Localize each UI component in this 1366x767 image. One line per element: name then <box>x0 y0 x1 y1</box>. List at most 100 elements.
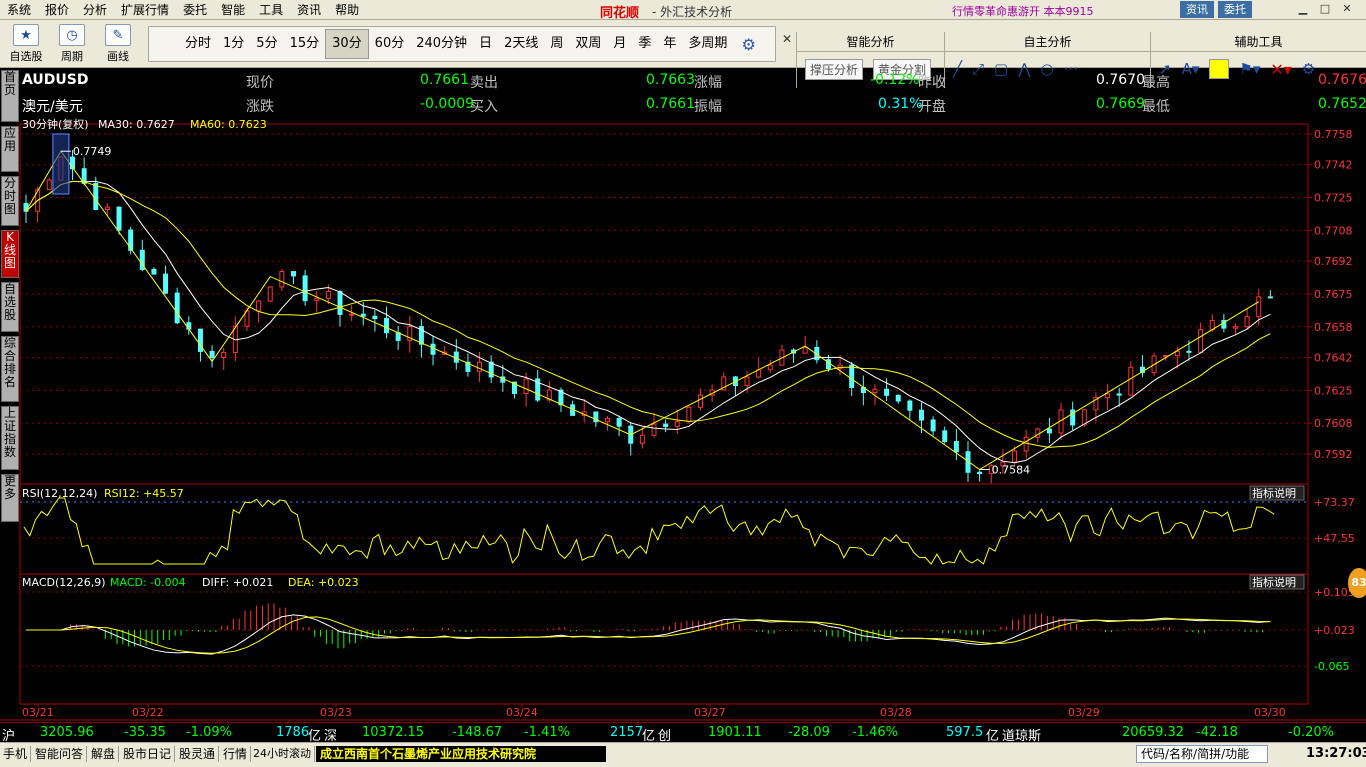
taskbar-analysis[interactable]: 解盘 <box>88 746 120 762</box>
candle-body-77 <box>918 409 924 421</box>
taskbar-qa[interactable]: 智能问答 <box>32 746 88 762</box>
taskbar-quotes[interactable]: 行情 <box>220 746 252 762</box>
draw-tool[interactable]: ✎ 画线 <box>98 24 138 64</box>
cy-index: 1901.11 <box>708 725 762 740</box>
candle-body-20 <box>256 300 262 312</box>
notification-badge[interactable]: 83 <box>1348 568 1366 598</box>
candle-body-43 <box>523 378 529 394</box>
period-0[interactable]: 分时 <box>179 30 217 58</box>
prev-close-value: 0.7670 <box>1096 72 1145 88</box>
candle-body-105 <box>1244 316 1250 328</box>
period-tool[interactable]: ◷ 周期 <box>52 24 92 64</box>
period-6[interactable]: 240分钟 <box>410 30 473 58</box>
close-panel-icon[interactable]: ✕ <box>782 32 792 46</box>
open-label: 开盘 <box>918 99 946 115</box>
now-price: 0.7661 <box>420 72 469 88</box>
ad-ticker[interactable]: 行情零革命惠游开 本本9915 <box>952 3 1132 19</box>
cy-amount: 597.5 <box>946 725 984 740</box>
low-marker-label: 0.7584 <box>992 463 1031 476</box>
candle-body-24 <box>302 275 308 302</box>
taskbar-diary[interactable]: 股市日记 <box>120 746 176 762</box>
candle-body-85 <box>1012 450 1018 463</box>
candlestick-plot[interactable]: 0.7749 0.7584 <box>23 133 1273 484</box>
candle-body-17 <box>221 351 227 358</box>
period-13[interactable]: 年 <box>657 30 682 58</box>
open-value: 0.7669 <box>1096 96 1145 112</box>
menu-help[interactable]: 帮助 <box>328 0 366 20</box>
sh-pct: -1.09% <box>186 725 232 740</box>
news-ticker[interactable]: 成立西南首个石墨烯产业应用技术研究院 <box>316 746 606 762</box>
period-9[interactable]: 周 <box>544 30 569 58</box>
index-status-bar: 沪 3205.96 -35.35 -1.09% 1786 亿 深 10372.1… <box>0 722 1366 744</box>
pct-label: 涨幅 <box>694 75 722 91</box>
period-12[interactable]: 季 <box>632 30 657 58</box>
minimize-icon[interactable]: ▁ <box>1296 2 1310 16</box>
close-icon[interactable]: ✕ <box>1340 2 1354 16</box>
candle-body-76 <box>907 400 913 411</box>
news-button[interactable]: 资讯 <box>1180 1 1214 18</box>
candle-body-31 <box>384 318 390 334</box>
period-label: 周期 <box>61 50 83 63</box>
candle-body-30 <box>372 315 378 320</box>
menu-quote[interactable]: 报价 <box>38 0 76 20</box>
dj-index: 20659.32 <box>1122 725 1185 740</box>
taskbar-mobile[interactable]: 手机 <box>0 746 32 762</box>
period-7[interactable]: 日 <box>473 30 498 58</box>
high-label: 最高 <box>1142 75 1170 91</box>
sh-amount: 1786 <box>276 725 310 740</box>
candle-body-2 <box>46 179 52 191</box>
candle-body-86 <box>1023 436 1029 452</box>
period-8[interactable]: 2天线 <box>498 30 544 58</box>
macd-help-label: 指标说明 <box>1252 575 1296 589</box>
price-tick-1: 0.7742 <box>1314 159 1353 172</box>
candle-body-95 <box>1128 366 1134 396</box>
taskbar-stockwise[interactable]: 股灵通 <box>176 746 220 762</box>
price-tick-8: 0.7625 <box>1314 384 1353 397</box>
high-marker-label: 0.7749 <box>73 145 112 158</box>
cy-change: -28.09 <box>788 725 830 740</box>
period-2[interactable]: 5分 <box>250 30 283 58</box>
period-settings-icon[interactable]: ⚙ <box>741 35 755 54</box>
sz-pct: -1.41% <box>524 725 570 740</box>
search-input[interactable]: 代码/名称/简拼/功能 <box>1136 745 1268 763</box>
change-label: 涨跌 <box>246 99 274 115</box>
date-label-0: 03/21 <box>22 706 54 719</box>
trade-button[interactable]: 委托 <box>1218 1 1252 18</box>
menu-system[interactable]: 系统 <box>0 0 38 20</box>
period-5[interactable]: 60分 <box>369 30 411 58</box>
panel-frame-2 <box>19 573 1309 705</box>
menu-trade[interactable]: 委托 <box>176 0 214 20</box>
candle-body-9 <box>128 229 134 251</box>
sh-index: 3205.96 <box>40 725 94 740</box>
candle-body-51 <box>616 418 622 427</box>
maximize-icon[interactable]: □ <box>1318 2 1332 16</box>
taskbar-24h[interactable]: 24小时滚动 <box>250 746 315 762</box>
date-label-5: 03/28 <box>880 706 912 719</box>
period-1[interactable]: 1分 <box>217 30 250 58</box>
menu-extended[interactable]: 扩展行情 <box>114 0 176 20</box>
candle-body-71 <box>849 364 855 388</box>
autoselect-tool[interactable]: ★ 自选股 <box>6 24 46 64</box>
clock-icon: ◷ <box>59 24 85 46</box>
period-14[interactable]: 多周期 <box>682 30 733 58</box>
period-4[interactable]: 30分 <box>325 29 369 59</box>
period-11[interactable]: 月 <box>607 30 632 58</box>
menu-analysis[interactable]: 分析 <box>76 0 114 20</box>
candle-body-88 <box>1046 428 1052 434</box>
kline-chart[interactable]: 0.7749 0.7584 0.7758 0.7742 0.7725 0.7708 0.7… <box>0 118 1366 722</box>
candle-body-74 <box>884 388 890 396</box>
date-label-7: 03/30 <box>1254 706 1286 719</box>
side-tab-0[interactable]: 首页 <box>1 70 19 122</box>
sz-amount: 2157 <box>610 725 644 740</box>
toolbar: ★ 自选股 ◷ 周期 ✎ 画线 分时 1分 5分 15分 30分 60分 240分钟日 2天线… <box>0 20 1366 88</box>
menu-info[interactable]: 资讯 <box>290 0 328 20</box>
window-title: - 外汇技术分析 <box>652 5 733 19</box>
candle-body-55 <box>663 423 669 428</box>
candle-body-79 <box>942 430 948 443</box>
menu-tools[interactable]: 工具 <box>252 0 290 20</box>
menu-smart[interactable]: 智能 <box>214 0 252 20</box>
period-10[interactable]: 双周 <box>569 30 607 58</box>
period-3[interactable]: 15分 <box>284 30 326 58</box>
date-label-2: 03/23 <box>320 706 352 719</box>
pct-value: -0.12% <box>870 72 920 88</box>
